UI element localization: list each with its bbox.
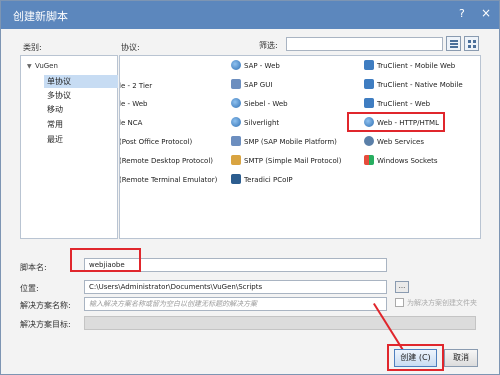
solution-name-input[interactable]: 输入解决方案名称或留为空白以创建无标题的解决方案 — [84, 297, 387, 311]
protocol-label: Siebel - Web — [244, 100, 288, 108]
help-icon[interactable]: ? — [459, 7, 465, 20]
globe-icon — [231, 60, 241, 70]
protocol-smtp[interactable]: SMTP (Simple Mail Protocol) — [231, 155, 341, 168]
smp-icon — [231, 136, 241, 146]
protocol-smp[interactable]: SMP (SAP Mobile Platform) — [231, 136, 337, 149]
highlight-web-http-html — [347, 112, 445, 132]
protocol-label: Web Services — [377, 138, 425, 146]
dialog-title: 创建新脚本 — [13, 10, 68, 23]
protocol-item[interactable]: le NCA — [120, 117, 142, 130]
protocol-label: TruClient - Web — [377, 100, 431, 108]
globe-icon — [231, 98, 241, 108]
grid-view-icon — [468, 40, 471, 43]
protocol-item[interactable]: (Post Office Protocol) — [120, 136, 192, 149]
protocol-silverlight[interactable]: Silverlight — [231, 117, 279, 130]
title-bar: 创建新脚本 ? × — [1, 1, 499, 29]
protocol-label: TruClient - Native Mobile — [377, 81, 463, 89]
protocol-item[interactable]: (Remote Desktop Protocol) — [120, 155, 213, 168]
highlight-script-name — [70, 248, 141, 272]
protocol-windows-sockets[interactable]: Windows Sockets — [364, 155, 438, 168]
tree-item-multi-protocol[interactable]: 多协议 — [44, 89, 118, 102]
location-input[interactable]: C:\Users\Administrator\Documents\VuGen\S… — [84, 280, 387, 294]
solution-name-label: 解决方案名称: — [20, 301, 71, 310]
protocol-siebel-web[interactable]: Siebel - Web — [231, 98, 288, 111]
protocol-sap-gui[interactable]: SAP GUI — [231, 79, 272, 92]
protocol-label: SMTP (Simple Mail Protocol) — [244, 157, 342, 165]
list-view-icon — [450, 40, 458, 48]
filter-label: 筛选: — [259, 41, 278, 50]
protocol-truclient-mobile-web[interactable]: TruClient - Mobile Web — [364, 60, 455, 73]
protocol-truclient-web[interactable]: TruClient - Web — [364, 98, 430, 111]
protocol-label: Teradici PCoIP — [244, 176, 293, 184]
tree-root-vugen[interactable]: ▼ VuGen — [27, 62, 58, 70]
terminal-icon — [231, 174, 241, 184]
protocol-label: Windows Sockets — [377, 157, 438, 165]
protocol-label: SAP - Web — [244, 62, 280, 70]
truclient-icon — [364, 98, 374, 108]
browse-button[interactable]: ... — [395, 281, 409, 293]
script-name-label: 脚本名: — [20, 263, 47, 272]
protocol-label: TruClient - Mobile Web — [377, 62, 456, 70]
sap-gui-icon — [231, 79, 241, 89]
protocol-web-services[interactable]: Web Services — [364, 136, 424, 149]
grid-view-icon-cell — [473, 45, 476, 48]
truclient-icon — [364, 79, 374, 89]
mail-icon — [231, 155, 241, 165]
create-folder-checkbox[interactable] — [395, 298, 404, 307]
protocol-label: 协议: — [121, 43, 140, 52]
truclient-icon — [364, 60, 374, 70]
grid-view-button[interactable] — [464, 36, 479, 51]
create-script-dialog: 创建新脚本 ? × 类别: 协议: 筛选: ▼ VuGen 单协议 多协议 移动 … — [0, 0, 500, 375]
category-label: 类别: — [23, 43, 42, 52]
close-icon[interactable]: × — [481, 6, 491, 20]
globe-icon — [231, 117, 241, 127]
list-view-button[interactable] — [446, 36, 461, 51]
protocol-item[interactable]: le - 2 Tier — [120, 80, 152, 93]
windows-icon — [364, 155, 374, 165]
grid-view-icon-cell — [473, 40, 476, 43]
solution-target-input — [84, 316, 476, 330]
grid-view-icon-cell — [468, 45, 471, 48]
tree-item-mobile[interactable]: 移动 — [44, 103, 118, 116]
protocol-teradici[interactable]: Teradici PCoIP — [231, 174, 293, 187]
location-label: 位置: — [20, 284, 39, 293]
protocol-item[interactable]: le - Web — [120, 98, 148, 111]
tree-item-single-protocol[interactable]: 单协议 — [44, 75, 118, 88]
protocol-list: le - 2 Tier le - Web le NCA (Post Office… — [119, 55, 481, 239]
protocol-sap-web[interactable]: SAP - Web — [231, 60, 280, 73]
protocol-label: SAP GUI — [244, 81, 273, 89]
protocol-label: SMP (SAP Mobile Platform) — [244, 138, 337, 146]
tree-root-label: VuGen — [35, 62, 58, 70]
protocol-truclient-native-mobile[interactable]: TruClient - Native Mobile — [364, 79, 463, 92]
solution-target-label: 解决方案目标: — [20, 320, 71, 329]
gear-icon — [364, 136, 374, 146]
tree-item-recent[interactable]: 最近 — [44, 133, 118, 146]
tree-item-common[interactable]: 常用 — [44, 118, 118, 131]
create-folder-label: 为解决方案创建文件夹 — [407, 299, 477, 307]
highlight-create-button — [387, 344, 444, 371]
protocol-item[interactable]: (Remote Terminal Emulator) — [120, 174, 217, 187]
protocol-label: Silverlight — [244, 119, 280, 127]
cancel-button[interactable]: 取消 — [444, 349, 478, 367]
category-tree: ▼ VuGen 单协议 多协议 移动 常用 最近 — [20, 55, 118, 239]
expand-arrow-icon[interactable]: ▼ — [27, 63, 35, 70]
filter-input[interactable] — [286, 37, 443, 51]
